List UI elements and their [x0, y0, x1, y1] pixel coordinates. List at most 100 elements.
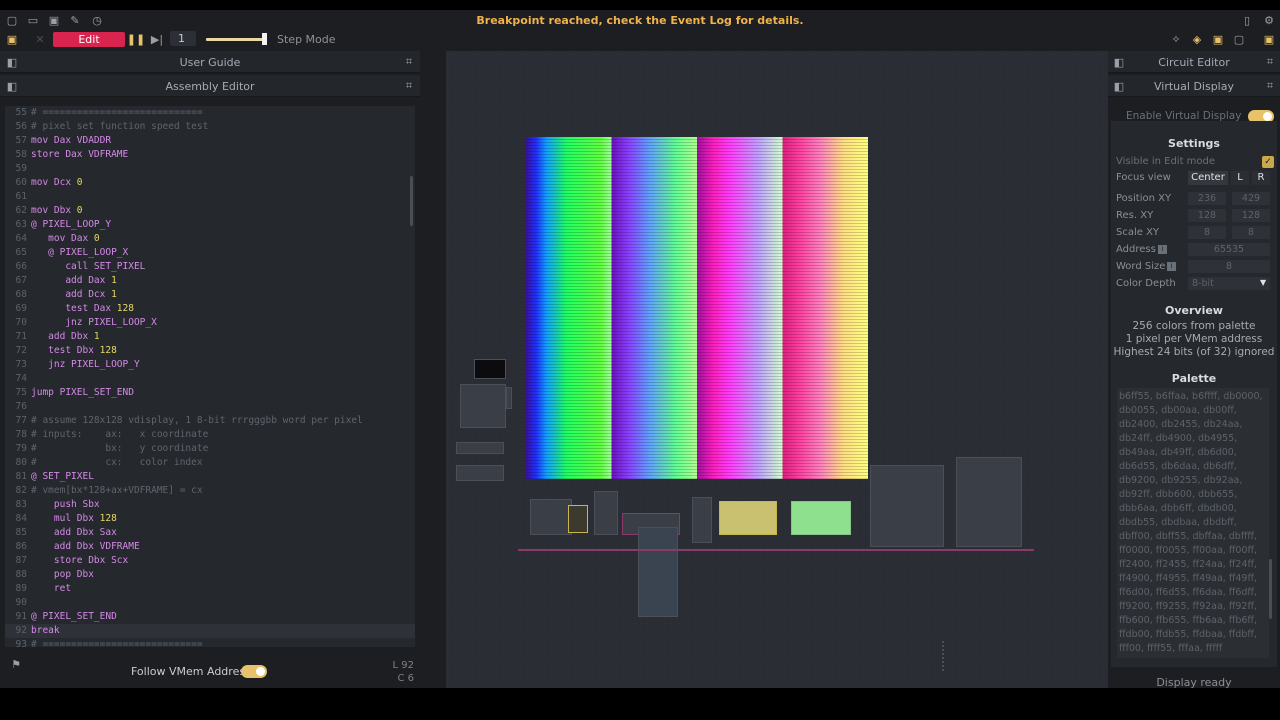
circuit-component[interactable] [568, 505, 588, 533]
code-line[interactable]: 62 mov Dbx 0 [5, 204, 415, 218]
code-line[interactable]: 91 @ PIXEL_SET_END [5, 610, 415, 624]
circuit-canvas[interactable] [446, 51, 1108, 688]
code-line[interactable]: 76 [5, 400, 415, 414]
step-slider[interactable] [206, 38, 266, 41]
code-line[interactable]: 79 # bx: y coordinate [5, 442, 415, 456]
drag-handle-icon[interactable]: ⌗ [1263, 55, 1277, 69]
circuit-component[interactable] [530, 499, 572, 535]
code-line[interactable]: 69 test Dax 128 [5, 302, 415, 316]
circuit-component[interactable] [870, 465, 944, 547]
editor-scrollbar[interactable] [410, 176, 413, 226]
info-icon[interactable]: i [1158, 245, 1167, 254]
step-count-input[interactable]: 1 [170, 31, 196, 46]
code-line[interactable]: 78 # inputs: ax: x coordinate [5, 428, 415, 442]
code-line[interactable]: 57 mov Dax VDADDR [5, 134, 415, 148]
code-line[interactable]: 75 jump PIXEL_SET_END [5, 386, 415, 400]
code-line[interactable]: 56 # pixel set function speed test [5, 120, 415, 134]
circuit-component[interactable] [594, 491, 618, 535]
code-line[interactable]: 93 # ============================ [5, 638, 415, 647]
res-x-input[interactable]: 128 [1188, 209, 1226, 222]
tool-icon[interactable]: ✕ [33, 32, 47, 46]
keypad-component[interactable] [460, 384, 506, 428]
address-input[interactable]: 65535 [1188, 243, 1270, 256]
code-line[interactable]: 63 @ PIXEL_LOOP_Y [5, 218, 415, 232]
assembly-editor-header[interactable]: ◧ Assembly Editor ⌗ [0, 75, 420, 97]
gear-icon[interactable]: ⚙ [1262, 13, 1276, 27]
code-line[interactable]: 88 pop Dbx [5, 568, 415, 582]
colordepth-select[interactable]: 8-bit [1188, 277, 1270, 290]
code-line[interactable]: 59 [5, 162, 415, 176]
code-line[interactable]: 87 store Dbx Scx [5, 554, 415, 568]
memory-component[interactable] [638, 527, 678, 617]
code-line[interactable]: 77 # assume 128x128 vdisplay, 1 8-bit rrr… [5, 414, 415, 428]
code-line[interactable]: 85 add Dbx Sax [5, 526, 415, 540]
layers-icon[interactable]: ◈ [1190, 32, 1204, 46]
code-line[interactable]: 74 [5, 372, 415, 386]
display-component[interactable] [791, 501, 851, 535]
code-line[interactable]: 71 add Dbx 1 [5, 330, 415, 344]
position-y-input[interactable]: 429 [1232, 192, 1270, 205]
code-line[interactable]: 81 @ SET_PIXEL [5, 470, 415, 484]
visible-edit-checkbox[interactable]: ✓ [1262, 156, 1274, 168]
pause-icon[interactable]: ❚❚ [127, 32, 145, 46]
palette-scrollbar[interactable] [1269, 559, 1272, 619]
step-slider-handle[interactable] [262, 33, 267, 45]
code-line[interactable]: 70 jnz PIXEL_LOOP_X [5, 316, 415, 330]
drag-handle-icon[interactable]: ⌗ [402, 79, 416, 93]
code-line[interactable]: 84 mul Dbx 128 [5, 512, 415, 526]
circuit-component[interactable] [474, 359, 506, 379]
code-line[interactable]: 80 # cx: color index [5, 456, 415, 470]
code-line[interactable]: 90 [5, 596, 415, 610]
scale-x-input[interactable]: 8 [1188, 226, 1226, 239]
info-icon[interactable]: i [1167, 262, 1176, 271]
code-line[interactable]: 55 # ============================ [5, 106, 415, 120]
focus-center-button[interactable]: Center [1188, 171, 1228, 185]
code-line[interactable]: 64 mov Dax 0 [5, 232, 415, 246]
code-line[interactable]: 73 jnz PIXEL_LOOP_Y [5, 358, 415, 372]
panel-right-icon[interactable]: ▣ [1262, 32, 1276, 46]
circuit-component[interactable] [456, 465, 504, 481]
scale-y-input[interactable]: 8 [1232, 226, 1270, 239]
drag-handle-icon[interactable]: ⌗ [1263, 79, 1277, 93]
code-line[interactable]: 65 @ PIXEL_LOOP_X [5, 246, 415, 260]
code-line[interactable]: 82 # vmem[bx*128+ax+VDFRAME] = cx [5, 484, 415, 498]
code-line[interactable]: 72 test Dbx 128 [5, 344, 415, 358]
code-line[interactable]: 68 add Dcx 1 [5, 288, 415, 302]
code-line[interactable]: 60 mov Dcx 0 [5, 176, 415, 190]
user-guide-header[interactable]: ◧ User Guide ⌗ [0, 51, 420, 73]
circuit-component[interactable] [692, 497, 712, 543]
res-y-input[interactable]: 128 [1232, 209, 1270, 222]
circuit-component[interactable] [942, 641, 1052, 671]
bookmark-icon[interactable]: ⚑ [9, 657, 23, 671]
book-icon[interactable]: ▯ [1240, 13, 1254, 27]
code-line[interactable]: 86 add Dbx VDFRAME [5, 540, 415, 554]
code-line[interactable]: 92 break [5, 624, 415, 638]
edit-mode-button[interactable]: Edit [53, 32, 125, 47]
wand-icon[interactable]: ✧ [1169, 32, 1183, 46]
wordsize-input[interactable]: 8 [1188, 260, 1270, 273]
step-forward-icon[interactable]: ▶| [150, 32, 164, 46]
panel-toggle-icon[interactable]: ▣ [5, 32, 19, 46]
circuit-component[interactable] [506, 387, 512, 409]
code-line[interactable]: 89 ret [5, 582, 415, 596]
position-x-input[interactable]: 236 [1188, 192, 1226, 205]
code-editor[interactable]: 55 # ============================ 56 # pixe… [5, 106, 415, 647]
display-component[interactable] [719, 501, 777, 535]
chip-icon[interactable]: ▣ [1211, 32, 1225, 46]
circuit-component[interactable] [956, 457, 1022, 547]
focus-right-button[interactable]: R [1252, 171, 1270, 185]
code-line[interactable]: 67 add Dax 1 [5, 274, 415, 288]
code-line[interactable]: 83 push Sbx [5, 498, 415, 512]
code-line[interactable]: 66 call SET_PIXEL [5, 260, 415, 274]
user-guide-title: User Guide [179, 56, 241, 69]
circuit-component[interactable] [456, 442, 504, 454]
drag-handle-icon[interactable]: ⌗ [402, 55, 416, 69]
circuit-editor-header[interactable]: ◧ Circuit Editor ⌗ [1108, 51, 1280, 73]
palette-textarea[interactable]: b6ff55, b6ffaa, b6ffff, db0000, db0055, … [1117, 388, 1269, 658]
follow-vmem-toggle[interactable] [241, 665, 267, 678]
code-line[interactable]: 61 [5, 190, 415, 204]
code-line[interactable]: 58 store Dax VDFRAME [5, 148, 415, 162]
virtual-display-header[interactable]: ◧ Virtual Display ⌗ [1108, 75, 1280, 97]
window-icon[interactable]: ▢ [1232, 32, 1246, 46]
focus-left-button[interactable]: L [1231, 171, 1249, 185]
